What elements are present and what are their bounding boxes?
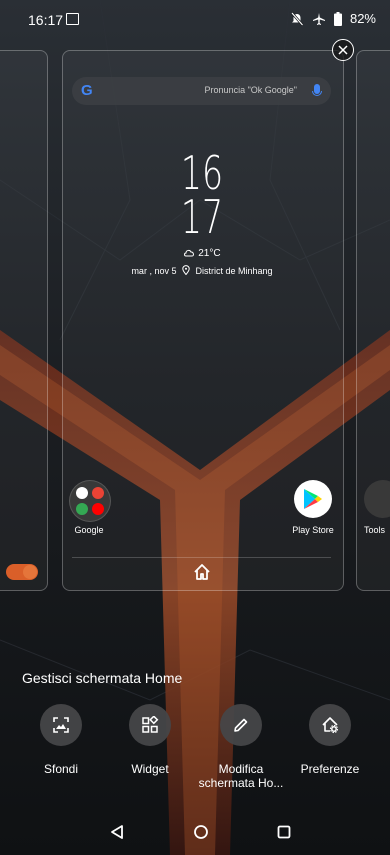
preferences-button[interactable]: [309, 704, 351, 746]
home-nav-button[interactable]: [191, 822, 211, 842]
wallpaper-icon: [53, 717, 69, 733]
cloud-icon: [184, 249, 195, 257]
wallpaper-action[interactable]: Sfondi: [17, 704, 105, 776]
play-store-app[interactable]: [294, 480, 332, 518]
google-app-icon: [76, 487, 88, 499]
status-time: 16:17: [28, 12, 64, 28]
clock-minute: 17: [180, 190, 224, 244]
navigation-bar: [0, 808, 390, 855]
tools-label: Tools: [364, 525, 386, 535]
youtube-icon: [92, 503, 104, 515]
wallpaper-label: Sfondi: [43, 762, 79, 776]
back-button[interactable]: [107, 822, 127, 842]
weather-temperature: 21°C: [198, 248, 221, 259]
date-location: mar , nov 5 District de Minhang: [62, 265, 342, 276]
preferences-action[interactable]: Preferenze: [286, 704, 374, 776]
battery-icon: [333, 11, 342, 26]
airplane-icon: [312, 12, 325, 25]
play-store-icon: [304, 489, 322, 509]
edit-home-action[interactable]: Modifica schermata Ho...: [197, 704, 285, 790]
home-page-card-left[interactable]: [0, 50, 48, 591]
home-settings-icon: [322, 717, 339, 734]
google-folder[interactable]: [69, 480, 111, 522]
manage-home-title: Gestisci schermata Home: [22, 670, 183, 686]
battery-percent: 82%: [349, 11, 376, 26]
close-button[interactable]: [332, 39, 354, 61]
home-circle-icon: [194, 825, 208, 839]
page-toggle[interactable]: [6, 564, 38, 580]
widget-action[interactable]: Widget: [106, 704, 194, 776]
location-text: District de Minhang: [195, 266, 273, 276]
weather-widget[interactable]: 21°C: [62, 248, 342, 259]
edit-home-label: Modifica schermata Ho...: [198, 762, 284, 790]
gallery-icon: [66, 13, 79, 25]
recents-button[interactable]: [274, 822, 294, 842]
preferences-label: Preferenze: [300, 762, 360, 776]
search-placeholder: Pronuncia "Ok Google": [204, 85, 297, 95]
edit-home-button[interactable]: [220, 704, 262, 746]
back-icon: [111, 825, 123, 839]
date-text: mar , nov 5: [131, 266, 177, 276]
close-icon: [338, 45, 348, 55]
gmail-icon: [92, 487, 104, 499]
maps-icon: [76, 503, 88, 515]
wallpaper-button[interactable]: [40, 704, 82, 746]
status-bar: 16:17 82%: [0, 0, 390, 38]
widget-button[interactable]: [129, 704, 171, 746]
dock-divider: [72, 557, 331, 558]
status-icons: 82%: [290, 11, 376, 26]
microphone-icon[interactable]: [312, 84, 322, 96]
recents-icon: [277, 825, 291, 839]
location-pin-icon: [182, 265, 190, 276]
google-search-bar[interactable]: G Pronuncia "Ok Google": [72, 77, 331, 105]
google-logo: G: [81, 82, 93, 99]
widgets-icon: [142, 716, 159, 733]
home-icon[interactable]: [192, 562, 212, 582]
play-store-label: Play Store: [292, 525, 334, 535]
google-folder-label: Google: [74, 525, 104, 535]
pencil-icon: [234, 718, 248, 732]
mute-icon: [291, 11, 304, 26]
widget-label: Widget: [131, 762, 169, 776]
